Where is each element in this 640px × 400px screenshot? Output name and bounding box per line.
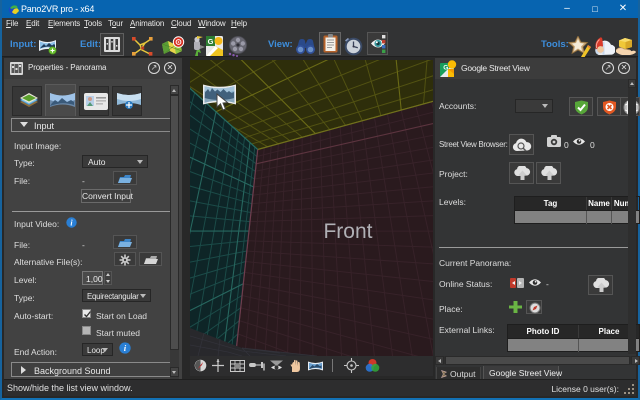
- svg-text:G: G: [208, 37, 214, 46]
- svg-text:Front: Front: [323, 220, 372, 243]
